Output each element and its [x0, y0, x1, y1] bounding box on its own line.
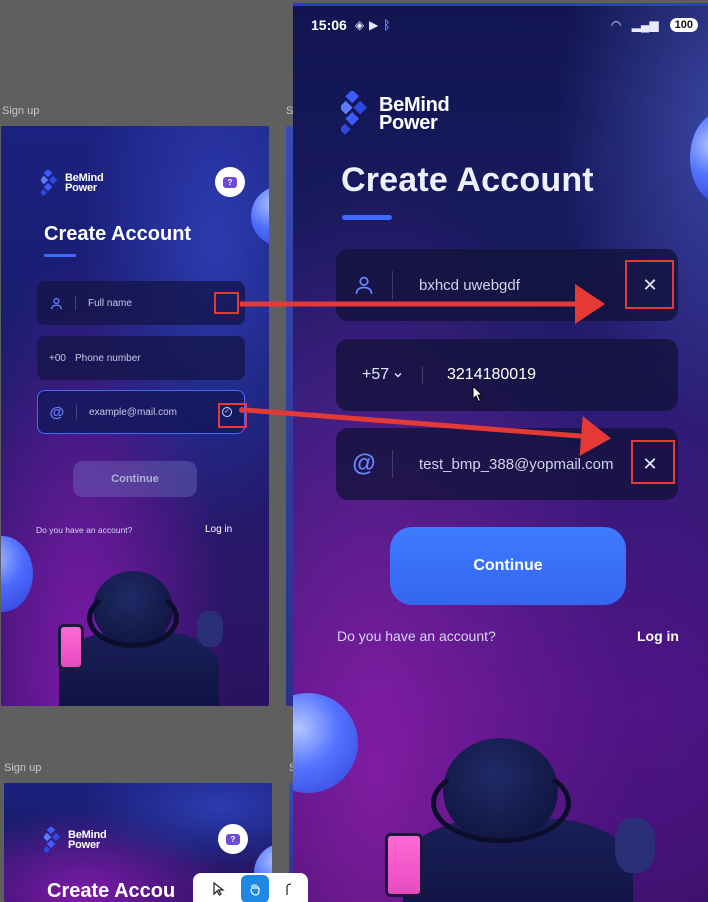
country-code-select[interactable]: +57	[336, 366, 422, 384]
login-link[interactable]: Log in	[205, 524, 232, 535]
page-title: Create Account	[341, 161, 594, 199]
brand-name-line-2: Power	[68, 839, 101, 851]
page-title: Create Accou	[47, 880, 176, 902]
decorative-sphere	[251, 186, 269, 246]
hand-tool-icon[interactable]	[241, 875, 269, 902]
email-field[interactable]: @ example@mail.com ✓	[37, 390, 245, 434]
user-icon	[37, 297, 75, 310]
status-time: 15:06	[311, 17, 347, 33]
email-field[interactable]: @ test_bmp_388@yopmail.com ✕	[336, 428, 678, 500]
brand-name-line-2: Power	[379, 112, 438, 134]
logo-icon	[341, 91, 367, 135]
youtube-icon: ▶	[369, 18, 379, 32]
canvas-toolbar	[193, 873, 308, 902]
field-divider	[76, 405, 77, 419]
phone-prefix[interactable]: +00	[37, 353, 75, 364]
decorative-sphere	[690, 113, 708, 203]
continue-button[interactable]: Continue	[390, 527, 626, 605]
brand-logo: BeMind Power	[341, 91, 450, 137]
at-icon: @	[352, 450, 376, 477]
top-accent-line	[293, 3, 708, 6]
title-underline	[44, 254, 76, 257]
design-canvas[interactable]: Sign up Si Sign up S BeMind Power ? Crea…	[0, 0, 708, 902]
have-account-text: Do you have an account?	[337, 628, 496, 644]
decorative-sphere	[293, 693, 358, 793]
country-code-value: +57	[362, 366, 390, 383]
page-title: Create Account	[44, 223, 192, 245]
phone-field[interactable]: +00 Phone number	[37, 336, 245, 380]
title-underline	[342, 215, 392, 220]
field-divider	[392, 450, 393, 478]
logo-icon	[44, 827, 61, 853]
chevron-down-icon	[394, 373, 402, 378]
frame-label-sign-up[interactable]: Sign up	[2, 105, 39, 117]
have-account-text: Do you have an account?	[36, 525, 133, 535]
chat-help-icon: ?	[226, 833, 240, 845]
app-notification-icon: ◈	[354, 18, 365, 32]
frame-label-sign-up-2[interactable]: Sign up	[4, 762, 41, 774]
pointer-tool-icon[interactable]	[205, 875, 233, 902]
brand-logo: BeMind Power	[41, 170, 104, 196]
decorative-sphere	[1, 536, 33, 612]
email-value[interactable]: test_bmp_388@yopmail.com	[419, 456, 614, 473]
at-icon: @	[49, 403, 65, 421]
phone-placeholder: Phone number	[75, 352, 141, 364]
battery-indicator: 100	[669, 18, 698, 32]
full-name-placeholder: Full name	[88, 297, 132, 309]
mouse-cursor-icon	[472, 385, 484, 403]
bluetooth-icon: ᛒ	[383, 18, 391, 32]
phone-number-value[interactable]: 3214180019	[447, 366, 536, 384]
chat-help-icon: ?	[223, 176, 237, 188]
annotation-box-full-name	[214, 292, 239, 314]
chat-help-button[interactable]: ?	[215, 167, 245, 197]
field-divider	[392, 271, 393, 299]
field-divider	[422, 366, 423, 384]
continue-button[interactable]: Continue	[73, 461, 197, 497]
user-icon	[336, 275, 392, 295]
brand-name-line-2: Power	[65, 182, 98, 194]
status-bar: 15:06 ◈ ▶ ᛒ ◠ ▂▄▆ 100	[311, 15, 698, 35]
phone-field[interactable]: +57 3214180019	[336, 339, 678, 411]
full-name-value[interactable]: bxhcd uwebgdf	[419, 277, 520, 294]
logo-icon	[41, 170, 58, 196]
annotation-box-clear-email	[631, 440, 675, 484]
annotation-box-clear-name	[625, 260, 674, 309]
field-divider	[75, 296, 76, 310]
email-placeholder: example@mail.com	[89, 406, 177, 418]
login-link[interactable]: Log in	[637, 628, 679, 644]
shape-tool-icon[interactable]	[277, 875, 305, 902]
chat-help-button[interactable]: ?	[218, 824, 248, 854]
annotation-box-email	[218, 403, 247, 428]
signal-icon: ▂▄▆	[631, 18, 659, 32]
brand-logo: BeMind Power	[44, 827, 107, 853]
wifi-icon: ◠	[611, 18, 621, 32]
